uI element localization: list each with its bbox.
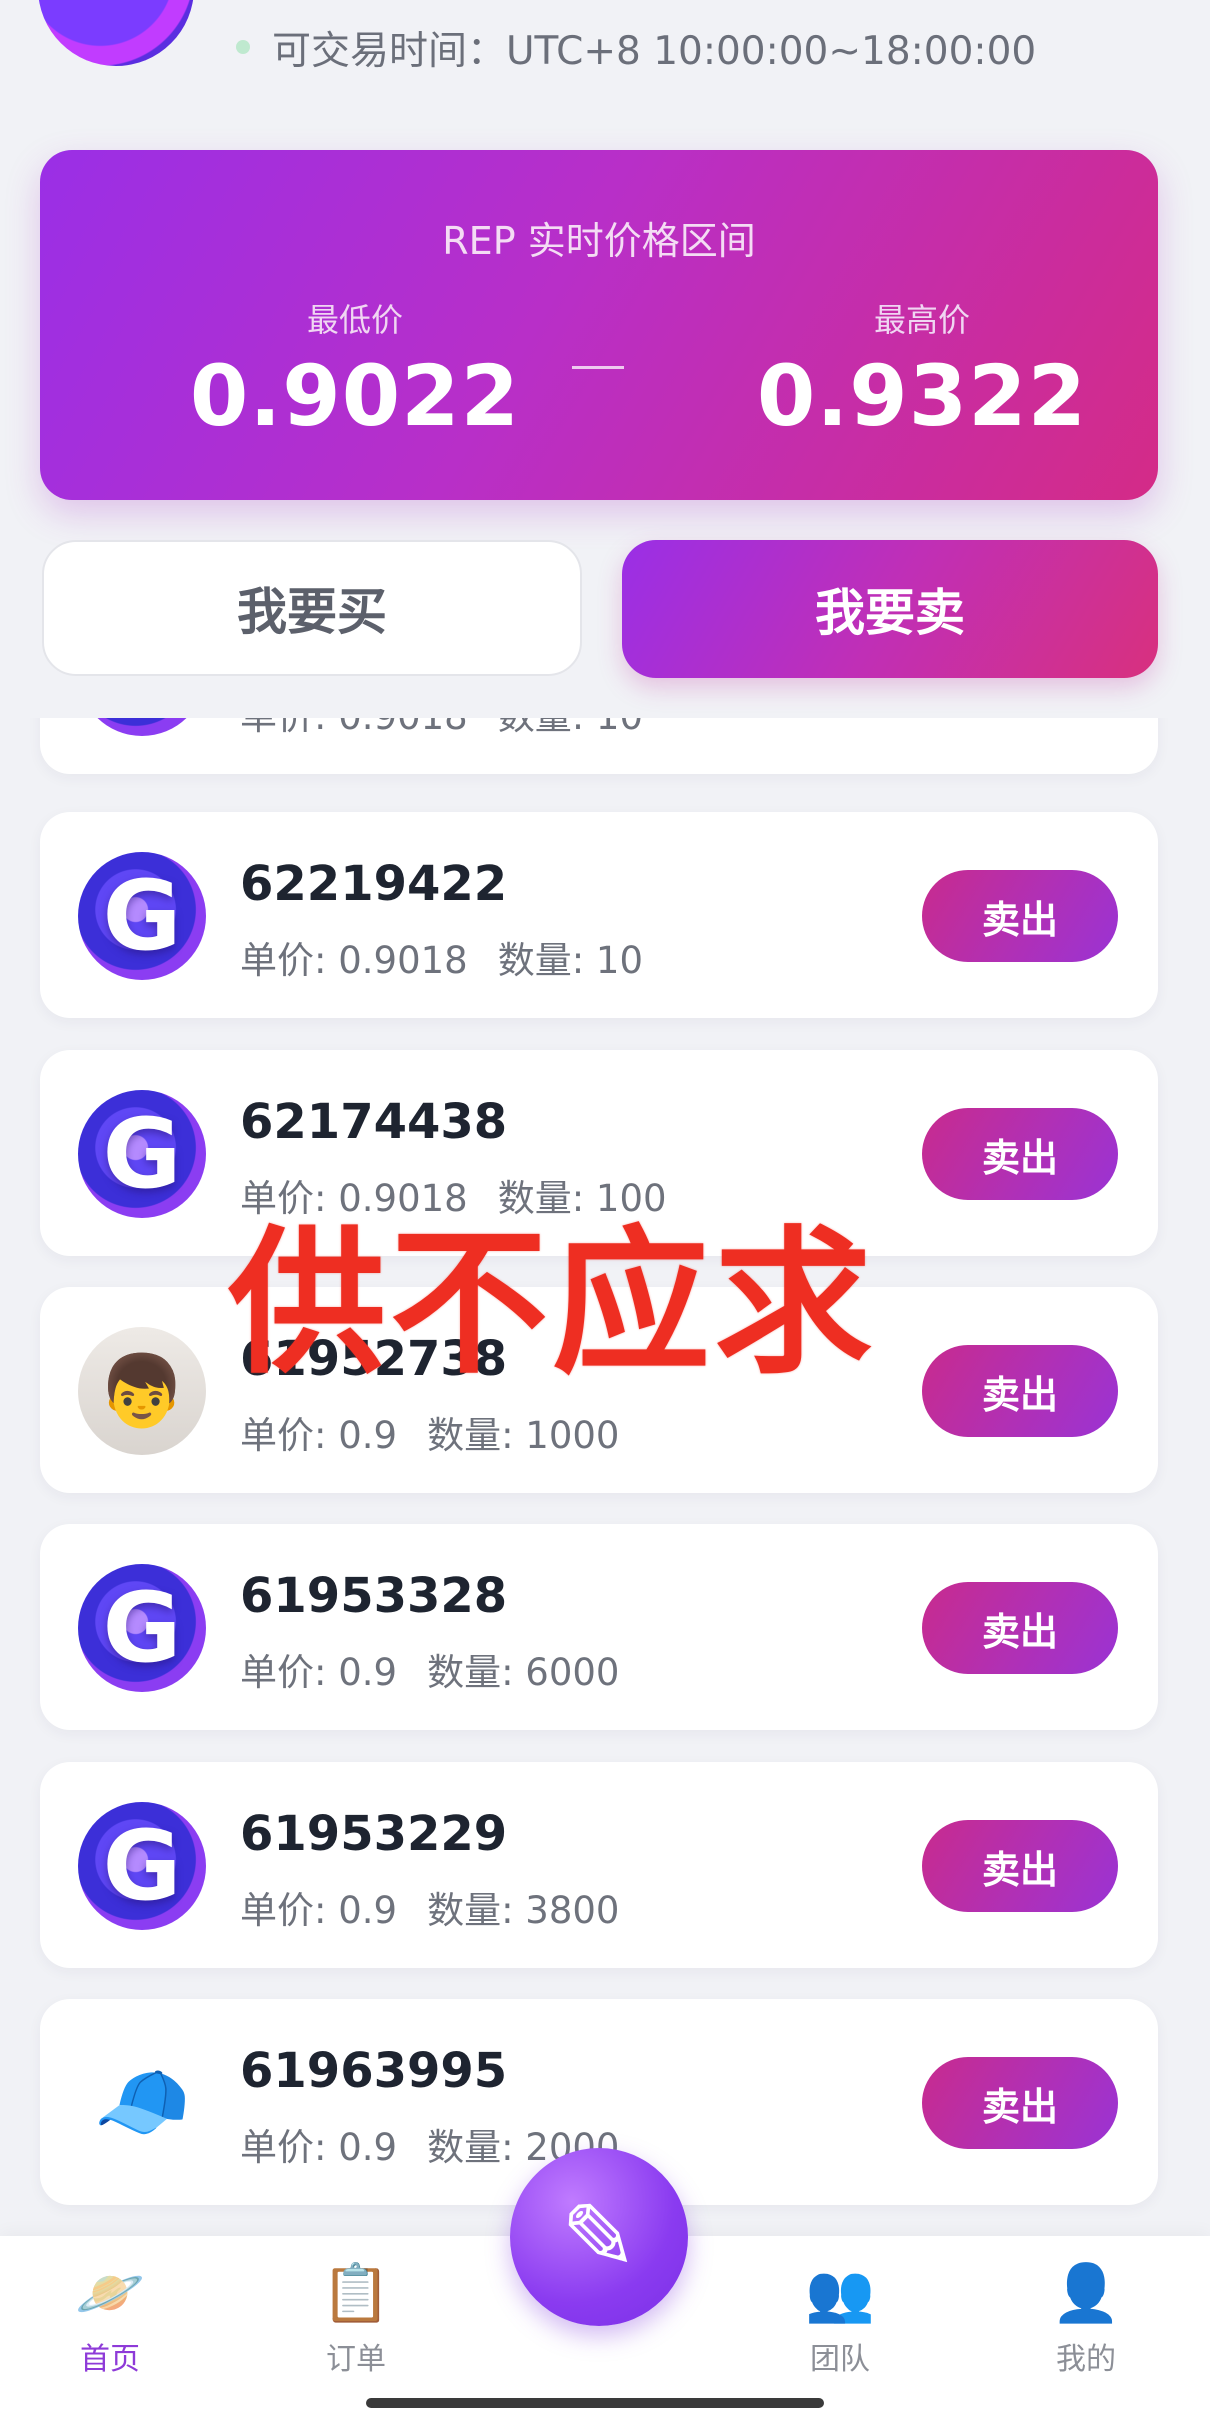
- order-id: 61953328: [240, 1568, 508, 1624]
- add-post-icon: ✎: [560, 2183, 638, 2291]
- price-range-card: REP 实时价格区间 最低价 0.9022 最高价 0.9322: [40, 150, 1158, 500]
- sell-button[interactable]: 卖出: [922, 2057, 1118, 2149]
- nav-orders-label: 订单: [326, 2342, 386, 2377]
- low-price-value: 0.9022: [189, 347, 521, 445]
- trading-hours: 可交易时间：UTC+8 10:00:00~18:00:00: [272, 29, 1037, 74]
- order-id: 61953229: [240, 1806, 508, 1862]
- anime-boy-avatar: 👦: [78, 1327, 206, 1455]
- order-price: 单价: 0.9: [240, 1889, 398, 1932]
- g-logo-avatar: G: [78, 718, 206, 736]
- list-item: G 单价: 0.9018数量: 10 卖出: [40, 718, 1158, 774]
- nav-home[interactable]: 🪐 首页: [40, 2258, 180, 2378]
- sell-tab-button[interactable]: 我要卖: [622, 540, 1158, 678]
- sell-button[interactable]: 卖出: [922, 870, 1118, 962]
- sell-button[interactable]: 卖出: [922, 1345, 1118, 1437]
- order-meta: 单价: 0.9018 数量: 10: [240, 718, 643, 740]
- status-dot-icon: [236, 40, 250, 54]
- sell-button[interactable]: 卖出: [922, 1108, 1118, 1200]
- high-price-value: 0.9322: [756, 347, 1088, 445]
- user-icon: 👤: [1051, 2261, 1121, 2326]
- g-logo-avatar: G: [78, 852, 206, 980]
- app-logo: [38, 0, 194, 66]
- nav-team[interactable]: 👥 团队: [770, 2258, 910, 2378]
- list-item: G 61953328 单价: 0.9 数量: 6000 卖出: [40, 1524, 1158, 1730]
- order-meta: 单价: 0.9018 数量: 10: [240, 930, 643, 984]
- supply-shortage-overlay: 供不应求: [228, 1211, 876, 1396]
- high-price-block: 最高价 0.9322: [742, 295, 1102, 445]
- cap-character-avatar: 🧢: [93, 2057, 191, 2148]
- nav-home-label: 首页: [80, 2342, 140, 2377]
- order-qty: 数量: 6000: [427, 1651, 620, 1694]
- list-item: G 62219422 单价: 0.9018 数量: 10 卖出: [40, 812, 1158, 1018]
- team-icon: 👥: [805, 2261, 875, 2326]
- order-meta: 单价: 0.9 数量: 1000: [240, 1405, 619, 1459]
- order-qty: 数量: 10: [498, 718, 643, 738]
- order-meta: 单价: 0.9 数量: 3800: [240, 1880, 619, 1934]
- add-post-button[interactable]: ✎: [510, 2148, 688, 2326]
- low-price-block: 最低价 0.9022: [175, 295, 535, 445]
- nav-orders[interactable]: 📋 订单: [286, 2258, 426, 2378]
- sell-button[interactable]: 卖出: [922, 1820, 1118, 1912]
- order-price: 单价: 0.9: [240, 1414, 398, 1457]
- high-price-label: 最高价: [873, 301, 970, 339]
- nav-mine[interactable]: 👤 我的: [1016, 2258, 1156, 2378]
- nav-mine-label: 我的: [1056, 2342, 1116, 2377]
- order-meta: 单价: 0.9 数量: 6000: [240, 1642, 619, 1696]
- price-card-title: REP 实时价格区间: [442, 219, 756, 263]
- order-qty: 数量: 1000: [427, 1414, 620, 1457]
- order-price: 单价: 0.9018: [240, 718, 468, 738]
- order-price: 单价: 0.9: [240, 1651, 398, 1694]
- low-price-label: 最低价: [306, 301, 403, 339]
- order-id: 62174438: [240, 1094, 508, 1150]
- planet-icon: 🪐: [75, 2261, 145, 2326]
- order-qty: 数量: 3800: [427, 1889, 620, 1932]
- order-id: 62219422: [240, 856, 508, 912]
- nav-team-label: 团队: [810, 2342, 870, 2377]
- g-logo-avatar: G: [78, 1802, 206, 1930]
- orders-icon: 📋: [321, 2261, 391, 2326]
- g-logo-avatar: G: [78, 1090, 206, 1218]
- range-dash: [572, 366, 624, 369]
- order-id: 61963995: [240, 2043, 508, 2099]
- order-price: 单价: 0.9018: [240, 939, 468, 982]
- order-qty: 数量: 10: [497, 939, 644, 982]
- order-list[interactable]: G 单价: 0.9018 数量: 10 卖出 G 62219422 单价: 0.9…: [0, 718, 1210, 2236]
- buy-tab-button[interactable]: 我要买: [42, 540, 582, 676]
- list-item: G 61953229 单价: 0.9 数量: 3800 卖出: [40, 1762, 1158, 1968]
- g-logo-avatar: G: [78, 1564, 206, 1692]
- order-price: 单价: 0.9: [240, 2126, 398, 2169]
- sell-button[interactable]: 卖出: [922, 1582, 1118, 1674]
- home-indicator: [366, 2398, 824, 2408]
